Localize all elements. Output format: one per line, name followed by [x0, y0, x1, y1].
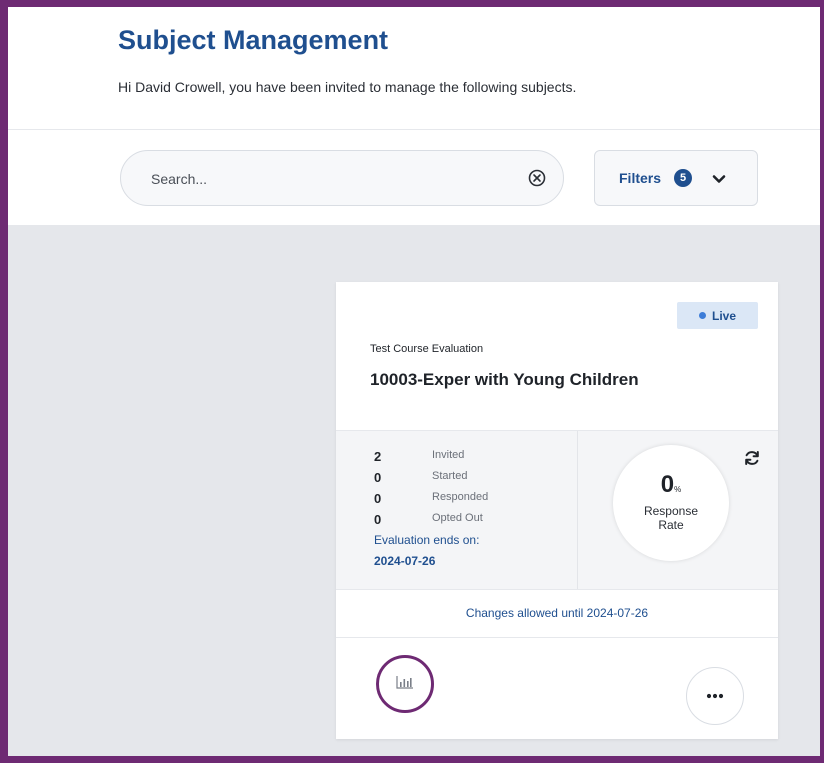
- more-horizontal-icon: [706, 693, 724, 699]
- response-rate-label-line2: Rate: [658, 518, 684, 532]
- stat-value: 2: [374, 449, 382, 464]
- response-rate-circle: 0% Response Rate: [613, 445, 729, 561]
- toolbar: Filters 5: [8, 130, 820, 225]
- more-options-button[interactable]: [686, 667, 744, 725]
- search-input[interactable]: [149, 167, 493, 191]
- stat-value: 0: [374, 491, 382, 506]
- search-box: [120, 150, 564, 206]
- stat-label: Responded: [432, 491, 489, 503]
- page-subtitle: Hi David Crowell, you have been invited …: [118, 79, 577, 95]
- filters-button[interactable]: Filters 5: [594, 150, 758, 206]
- status-badge: Live: [677, 302, 758, 329]
- page-title: Subject Management: [118, 25, 389, 55]
- evaluation-type: Test Course Evaluation: [370, 343, 484, 355]
- stat-label: Invited: [432, 449, 465, 461]
- evaluation-ends-label: Evaluation ends on:: [374, 533, 480, 547]
- response-rate-number: 0: [660, 471, 675, 498]
- live-dot-icon: [698, 312, 706, 319]
- course-name: 10003-Exper with Young Children: [370, 370, 639, 389]
- app-frame: Subject Management Hi David Crowell, you…: [8, 7, 820, 756]
- view-report-button[interactable]: [376, 655, 434, 713]
- stat-label: Opted Out: [432, 512, 483, 524]
- subject-card: Live Test Course Evaluation 10003-Exper …: [336, 282, 778, 739]
- response-rate-value: 0%: [613, 471, 729, 499]
- status-label: Live: [711, 308, 736, 323]
- chevron-down-icon: [712, 175, 726, 183]
- stats-divider: [577, 431, 578, 589]
- stat-value: 0: [374, 512, 382, 527]
- stats-panel: 2 Invited 0 Started 0 Responded 0 Opted …: [336, 430, 778, 590]
- response-rate-label-line1: Response: [643, 504, 699, 518]
- filters-label: Filters: [619, 170, 662, 186]
- response-rate-unit: %: [674, 485, 682, 494]
- bar-chart-icon: [396, 676, 413, 689]
- filters-count-badge: 5: [674, 169, 692, 187]
- refresh-icon[interactable]: [743, 449, 761, 467]
- stat-value: 0: [374, 470, 382, 485]
- changes-allowed-text: Changes allowed until 2024-07-26: [336, 589, 778, 638]
- evaluation-ends-date: 2024-07-26: [374, 554, 436, 568]
- page-header: Subject Management Hi David Crowell, you…: [8, 7, 820, 130]
- stat-label: Started: [432, 470, 468, 482]
- response-rate-label: Response Rate: [613, 504, 729, 532]
- clear-search-icon[interactable]: [527, 168, 547, 188]
